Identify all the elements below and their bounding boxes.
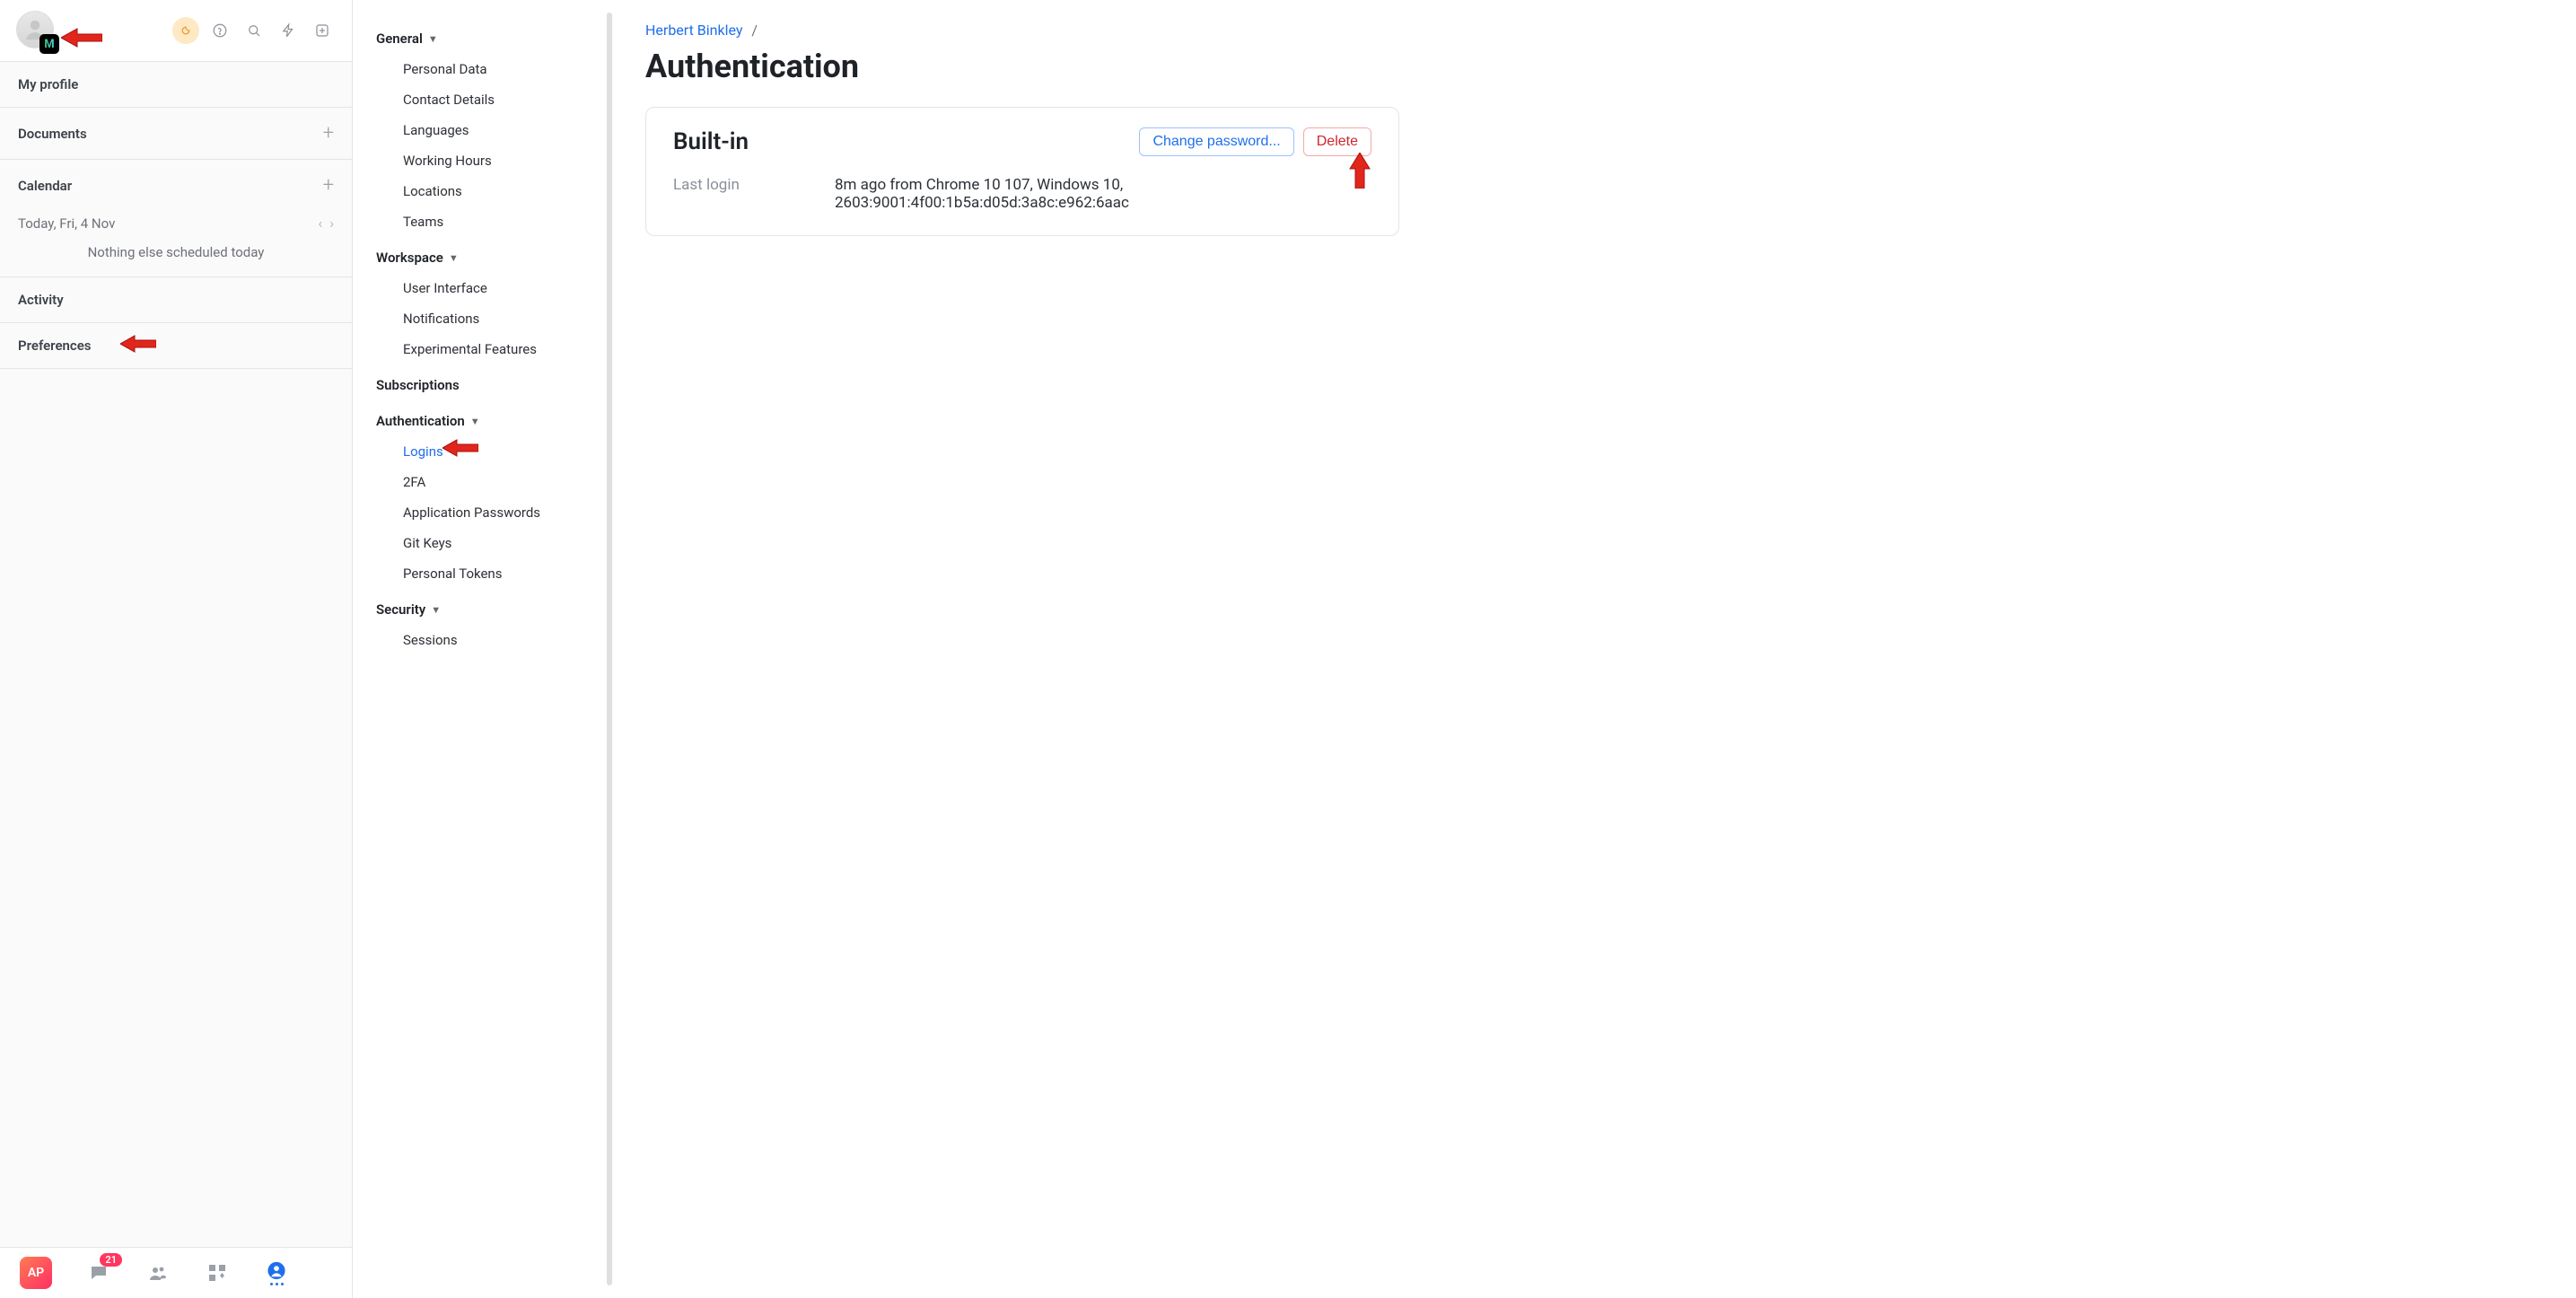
nav-teams[interactable]: Teams bbox=[376, 206, 603, 237]
workspace-badge-icon: M bbox=[39, 34, 59, 54]
calendar-date: Today, Fri, 4 Nov ‹ › bbox=[0, 211, 352, 235]
cal-next-icon[interactable]: › bbox=[329, 215, 334, 232]
delete-button[interactable]: Delete bbox=[1303, 127, 1371, 156]
left-sidebar: M My profile Documents + bbox=[0, 0, 353, 1298]
cal-prev-icon[interactable]: ‹ bbox=[318, 215, 322, 232]
page-title: Authentication bbox=[645, 48, 2544, 85]
theme-toggle-icon[interactable] bbox=[172, 17, 199, 44]
nav-experimental[interactable]: Experimental Features bbox=[376, 334, 603, 364]
nav-app-passwords[interactable]: Application Passwords bbox=[376, 497, 603, 528]
nav-sessions[interactable]: Sessions bbox=[376, 625, 603, 655]
nav-locations[interactable]: Locations bbox=[376, 176, 603, 206]
settings-nav: General▼ Personal Data Contact Details L… bbox=[353, 0, 613, 1298]
settings-cat-authentication[interactable]: Authentication▼ bbox=[376, 400, 603, 436]
breadcrumb-sep: / bbox=[751, 22, 758, 39]
avatar[interactable]: M bbox=[16, 11, 56, 50]
add-icon[interactable] bbox=[309, 17, 336, 44]
apps-icon[interactable] bbox=[205, 1260, 230, 1285]
chat-count-badge: 21 bbox=[100, 1253, 122, 1267]
add-document-icon[interactable]: + bbox=[323, 122, 334, 145]
nav-personal-tokens[interactable]: Personal Tokens bbox=[376, 558, 603, 589]
settings-cat-security[interactable]: Security▼ bbox=[376, 589, 603, 625]
card-title: Built-in bbox=[673, 128, 1130, 155]
documents-section[interactable]: Documents + bbox=[0, 108, 352, 159]
calendar-empty-text: Nothing else scheduled today bbox=[0, 235, 352, 276]
add-calendar-icon[interactable]: + bbox=[323, 174, 334, 197]
help-icon[interactable] bbox=[206, 17, 233, 44]
settings-cat-subscriptions[interactable]: Subscriptions▼ bbox=[376, 364, 603, 400]
bottom-bar: AP 21 bbox=[0, 1247, 352, 1298]
activity-link[interactable]: Activity bbox=[0, 277, 352, 322]
nav-logins[interactable]: Logins bbox=[376, 436, 603, 467]
builtin-auth-card: Built-in Change password... Delete Last … bbox=[645, 107, 1399, 236]
nav-git-keys[interactable]: Git Keys bbox=[376, 528, 603, 558]
team-icon[interactable] bbox=[145, 1260, 171, 1285]
search-icon[interactable] bbox=[241, 17, 267, 44]
left-header: M bbox=[0, 0, 352, 62]
last-login-value: 8m ago from Chrome 10 107, Windows 10, 2… bbox=[835, 176, 1248, 212]
nav-working-hours[interactable]: Working Hours bbox=[376, 145, 603, 176]
preferences-link[interactable]: Preferences bbox=[0, 323, 352, 368]
nav-2fa[interactable]: 2FA bbox=[376, 467, 603, 497]
nav-languages[interactable]: Languages bbox=[376, 115, 603, 145]
calendar-section[interactable]: Calendar + bbox=[0, 160, 352, 211]
my-profile-link[interactable]: My profile bbox=[0, 62, 352, 107]
scrollbar[interactable] bbox=[607, 13, 612, 1285]
profile-icon[interactable] bbox=[264, 1260, 289, 1285]
breadcrumb-user-link[interactable]: Herbert Binkley bbox=[645, 22, 742, 39]
change-password-button[interactable]: Change password... bbox=[1139, 127, 1293, 156]
breadcrumb: Herbert Binkley / bbox=[645, 22, 2544, 39]
main-content: Herbert Binkley / Authentication Built-i… bbox=[613, 0, 2576, 1298]
chat-icon[interactable]: 21 bbox=[86, 1260, 111, 1285]
settings-cat-general[interactable]: General▼ bbox=[376, 18, 603, 54]
lightning-icon[interactable] bbox=[275, 17, 302, 44]
workspace-switcher[interactable]: AP bbox=[20, 1257, 52, 1289]
nav-notifications[interactable]: Notifications bbox=[376, 303, 603, 334]
settings-cat-workspace[interactable]: Workspace▼ bbox=[376, 237, 603, 273]
nav-contact-details[interactable]: Contact Details bbox=[376, 84, 603, 115]
last-login-label: Last login bbox=[673, 176, 781, 212]
nav-personal-data[interactable]: Personal Data bbox=[376, 54, 603, 84]
nav-user-interface[interactable]: User Interface bbox=[376, 273, 603, 303]
